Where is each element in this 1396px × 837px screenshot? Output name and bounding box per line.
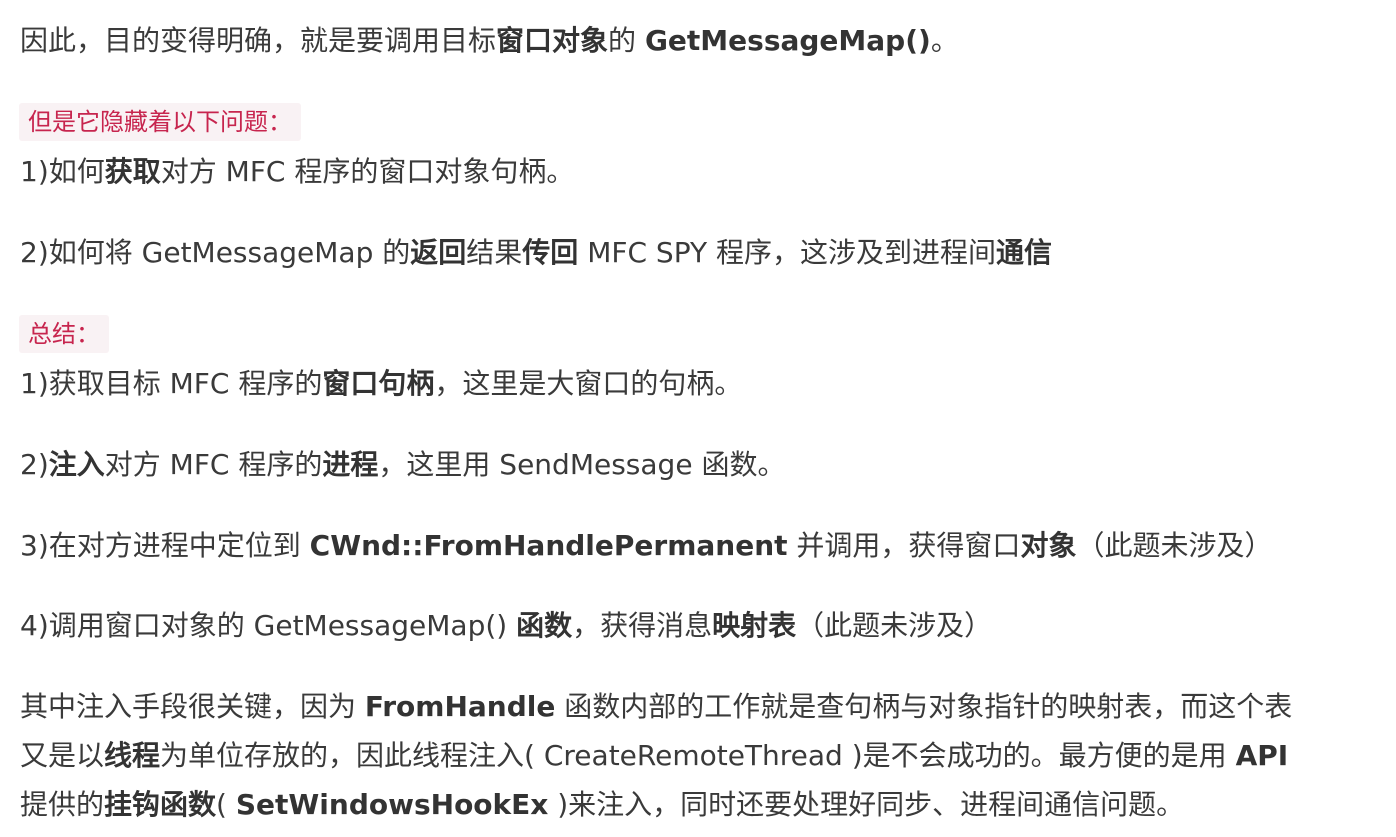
closing-3-bold-2: SetWindowsHookEx [235, 788, 549, 821]
closing-line-3: 提供的挂钩函数( SetWindowsHookEx )来注入，同时还要处理好同步… [20, 780, 1392, 829]
closing-1-text-1: 其中注入手段很关键，因为 [20, 690, 365, 723]
problem-2-text-2: 结果 [466, 236, 523, 269]
summary-item-4: 4)调用窗口对象的 GetMessageMap() 函数，获得消息映射表（此题未… [20, 606, 992, 646]
summary-2-text-3: ，这里用 SendMessage 函数。 [378, 448, 786, 481]
summary-3-text-3: （此题未涉及） [1076, 529, 1273, 562]
summary-3-text-2: 并调用，获得窗口 [787, 529, 1021, 562]
problem-1-text-1: 1)如何 [20, 155, 105, 188]
summary-1-text-1: 1)获取目标 MFC 程序的 [20, 367, 323, 400]
summary-3-text-1: 3)在对方进程中定位到 [20, 529, 310, 562]
closing-3-text-1: 提供的 [20, 788, 105, 821]
summary-1-text-2: ，这里是大窗口的句柄。 [434, 367, 743, 400]
closing-line-1: 其中注入手段很关键，因为 FromHandle 函数内部的工作就是查句柄与对象指… [20, 682, 1392, 731]
summary-4-bold-2: 映射表 [712, 609, 797, 642]
closing-line-2: 又是以线程为单位存放的，因此线程注入( CreateRemoteThread )… [20, 731, 1392, 780]
intro-bold-1: 窗口对象 [496, 24, 609, 57]
closing-2-bold-2: API [1235, 739, 1289, 772]
closing-1-text-2: 函数内部的工作就是查句柄与对象指针的映射表，而这个表 [555, 690, 1293, 723]
closing-paragraph: 其中注入手段很关键，因为 FromHandle 函数内部的工作就是查句柄与对象指… [20, 682, 1392, 829]
problem-2-bold-3: 通信 [995, 236, 1052, 269]
summary-item-2: 2)注入对方 MFC 程序的进程，这里用 SendMessage 函数。 [20, 445, 785, 485]
summary-item-1: 1)获取目标 MFC 程序的窗口句柄，这里是大窗口的句柄。 [20, 364, 742, 404]
intro-bold-2: GetMessageMap() [644, 24, 931, 57]
summary-label: 总结： [19, 315, 109, 353]
closing-2-bold-1: 线程 [104, 739, 161, 772]
summary-2-bold-1: 注入 [48, 448, 105, 481]
problem-1-text-2: 对方 MFC 程序的窗口对象句柄。 [160, 155, 575, 188]
summary-2-bold-2: 进程 [322, 448, 379, 481]
problem-item-2: 2)如何将 GetMessageMap 的返回结果传回 MFC SPY 程序，这… [20, 233, 1052, 273]
closing-3-text-3: )来注入，同时还要处理好同步、进程间通信问题。 [548, 788, 1185, 821]
summary-1-bold-1: 窗口句柄 [322, 367, 435, 400]
summary-2-text-1: 2) [20, 448, 49, 481]
closing-3-bold-1: 挂钩函数 [104, 788, 217, 821]
intro-text-1: 因此，目的变得明确，就是要调用目标 [20, 24, 497, 57]
closing-1-bold-1: FromHandle [364, 690, 556, 723]
summary-4-text-3: （此题未涉及） [796, 609, 993, 642]
closing-2-text-2: 为单位存放的，因此线程注入( CreateRemoteThread )是不会成功… [160, 739, 1236, 772]
problem-item-1: 1)如何获取对方 MFC 程序的窗口对象句柄。 [20, 152, 574, 192]
summary-4-text-2: ，获得消息 [572, 609, 713, 642]
intro-text-2: 的 [608, 24, 645, 57]
problems-label: 但是它隐藏着以下问题： [19, 103, 301, 141]
problem-1-bold-1: 获取 [104, 155, 161, 188]
summary-item-3: 3)在对方进程中定位到 CWnd::FromHandlePermanent 并调… [20, 526, 1272, 566]
intro-line: 因此，目的变得明确，就是要调用目标窗口对象的 GetMessageMap()。 [20, 21, 959, 61]
problem-2-text-3: MFC SPY 程序，这涉及到进程间 [578, 236, 996, 269]
closing-2-text-1: 又是以 [20, 739, 105, 772]
summary-4-bold-1: 函数 [516, 609, 573, 642]
summary-3-bold-2: 对象 [1020, 529, 1077, 562]
intro-text-3: 。 [930, 24, 959, 57]
summary-3-bold-1: CWnd::FromHandlePermanent [309, 529, 788, 562]
problem-2-bold-1: 返回 [410, 236, 467, 269]
closing-3-text-2: ( [216, 788, 236, 821]
summary-4-text-1: 4)调用窗口对象的 GetMessageMap() [20, 609, 517, 642]
problem-2-bold-2: 传回 [522, 236, 579, 269]
summary-2-text-2: 对方 MFC 程序的 [104, 448, 323, 481]
problem-2-text-1: 2)如何将 GetMessageMap 的 [20, 236, 411, 269]
